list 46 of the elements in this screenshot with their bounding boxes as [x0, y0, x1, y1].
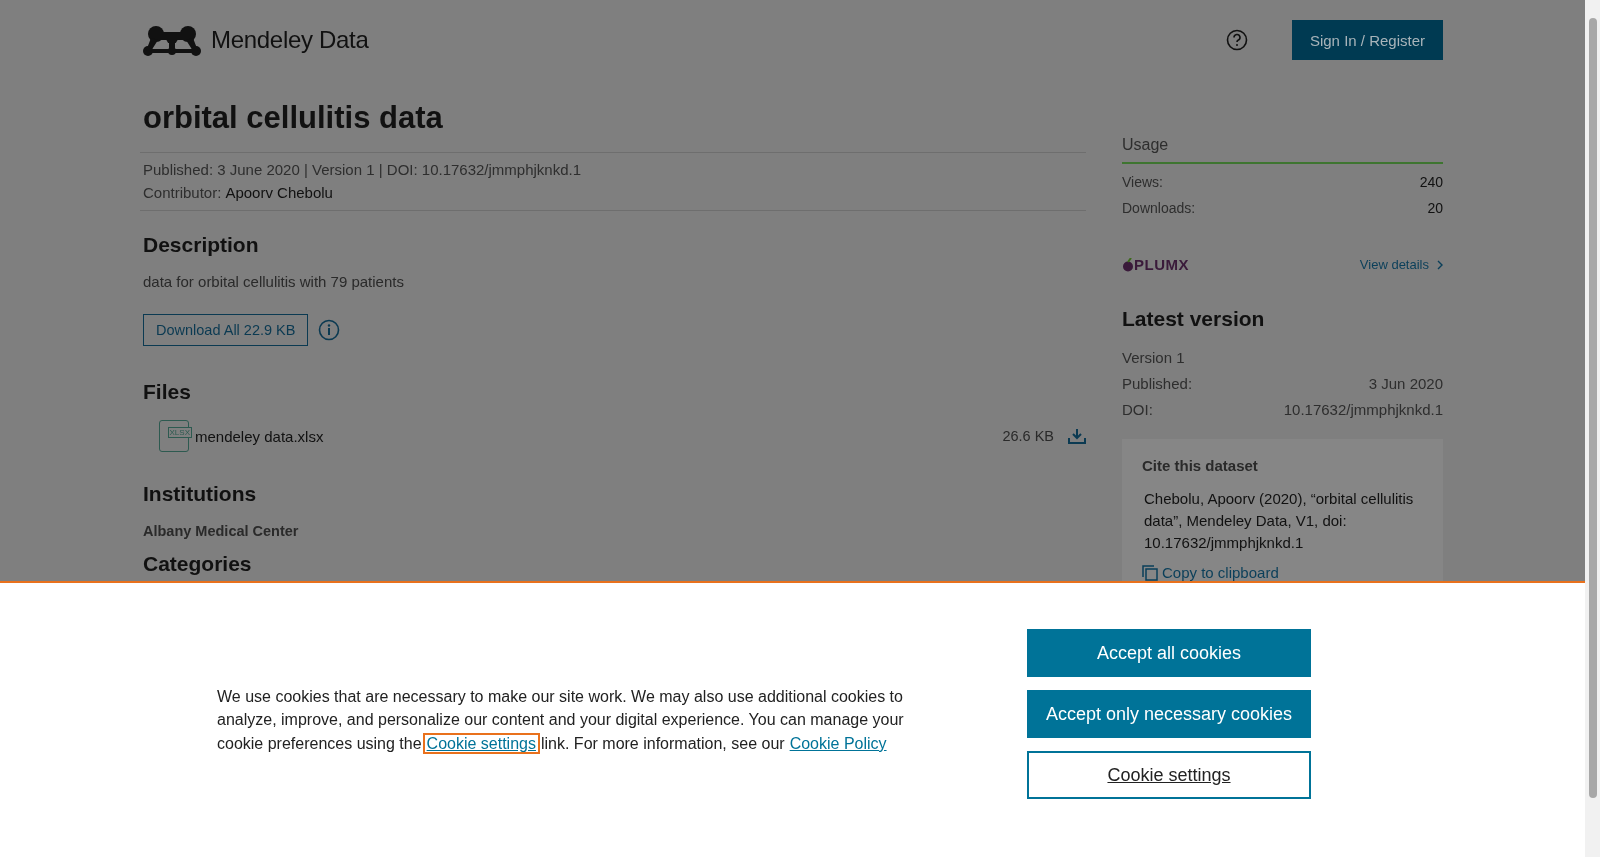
version-field-label: DOI: — [1122, 400, 1153, 420]
dataset-title: orbital cellulitis data — [143, 100, 444, 136]
download-all-button[interactable]: Download All 22.9 KB — [143, 314, 309, 346]
version-field-value: 10.17632/jmmphjknkd.1 — [1283, 400, 1443, 420]
usage-value: 240 — [1419, 174, 1443, 190]
plumx-logo: PLUMX — [1134, 256, 1189, 273]
scrollbar[interactable] — [1585, 0, 1600, 857]
logo-icon — [143, 24, 201, 56]
download-icon[interactable] — [1068, 428, 1086, 444]
version-field-value: 3 Jun 2020 — [1368, 374, 1443, 394]
spreadsheet-file-icon: XLSX — [159, 420, 189, 452]
sign-in-button[interactable]: Sign In / Register — [1291, 20, 1443, 60]
contributor-label: Contributor: — [143, 183, 222, 203]
copy-icon — [1142, 564, 1158, 581]
accept-cookies-button[interactable]: Accept only necessary cookies — [1027, 690, 1311, 738]
cookie-settings-link[interactable]: Cookie settings — [424, 734, 538, 752]
section-heading: Institutions — [143, 482, 258, 506]
cookie-policy-link[interactable]: Cookie Policy — [787, 734, 889, 752]
usage-title: Usage — [1122, 136, 1443, 164]
plum-icon — [1122, 257, 1134, 272]
institution-name: Albany Medical Center — [143, 523, 299, 539]
help-icon[interactable] — [1225, 29, 1248, 51]
section-heading: Description — [143, 233, 260, 257]
view-details-link[interactable]: View details — [1359, 257, 1443, 272]
file-name[interactable]: mendeley data.xlsx — [195, 427, 324, 445]
usage-label: Downloads: — [1122, 200, 1196, 216]
accept-cookies-button[interactable]: Accept all cookies — [1027, 629, 1311, 677]
logo-text[interactable]: Mendeley Data — [211, 26, 369, 54]
usage-label: Views: — [1122, 174, 1163, 190]
section-heading: Latest version — [1122, 307, 1266, 331]
version-label: Version 1 — [1122, 349, 1185, 366]
contributor-name[interactable]: Apoorv Chebolu — [225, 182, 333, 204]
cookie-notice-text: We use cookies that are necessary to make our site work. We may also use additional cookies to analyze, improve, and personalize our content and your digital experience. You can manage your cookie preferences using the Cookie settings link. For more information, see our Cookie Policy — [217, 686, 905, 754]
usage-value: 20 — [1427, 200, 1443, 216]
version-field-label: Published: — [1122, 374, 1193, 394]
info-icon[interactable] — [318, 319, 341, 341]
citation-text: Chebolu, Apoorv (2020), “orbital cellulitis data”, Mendeley Data, V1, doi: 10.17632/jmmphjknkd.1 — [1144, 489, 1415, 553]
copy-to-clipboard-link[interactable]: Copy to clipboard — [1142, 564, 1423, 581]
chevron-right-icon — [1437, 259, 1443, 270]
file-size: 26.6 KB — [1002, 428, 1054, 444]
section-heading: Categories — [143, 552, 253, 576]
citation-heading: Cite this dataset — [1142, 457, 1259, 474]
description-text: data for orbital cellulitis with 79 patients — [143, 273, 405, 290]
section-heading: Files — [143, 380, 192, 404]
publication-info: Published: 3 June 2020 | Version 1 | DOI: 10.17632/jmmphjknkd.1 — [143, 160, 583, 180]
cookie-settings-button[interactable]: Cookie settings — [1027, 751, 1311, 799]
